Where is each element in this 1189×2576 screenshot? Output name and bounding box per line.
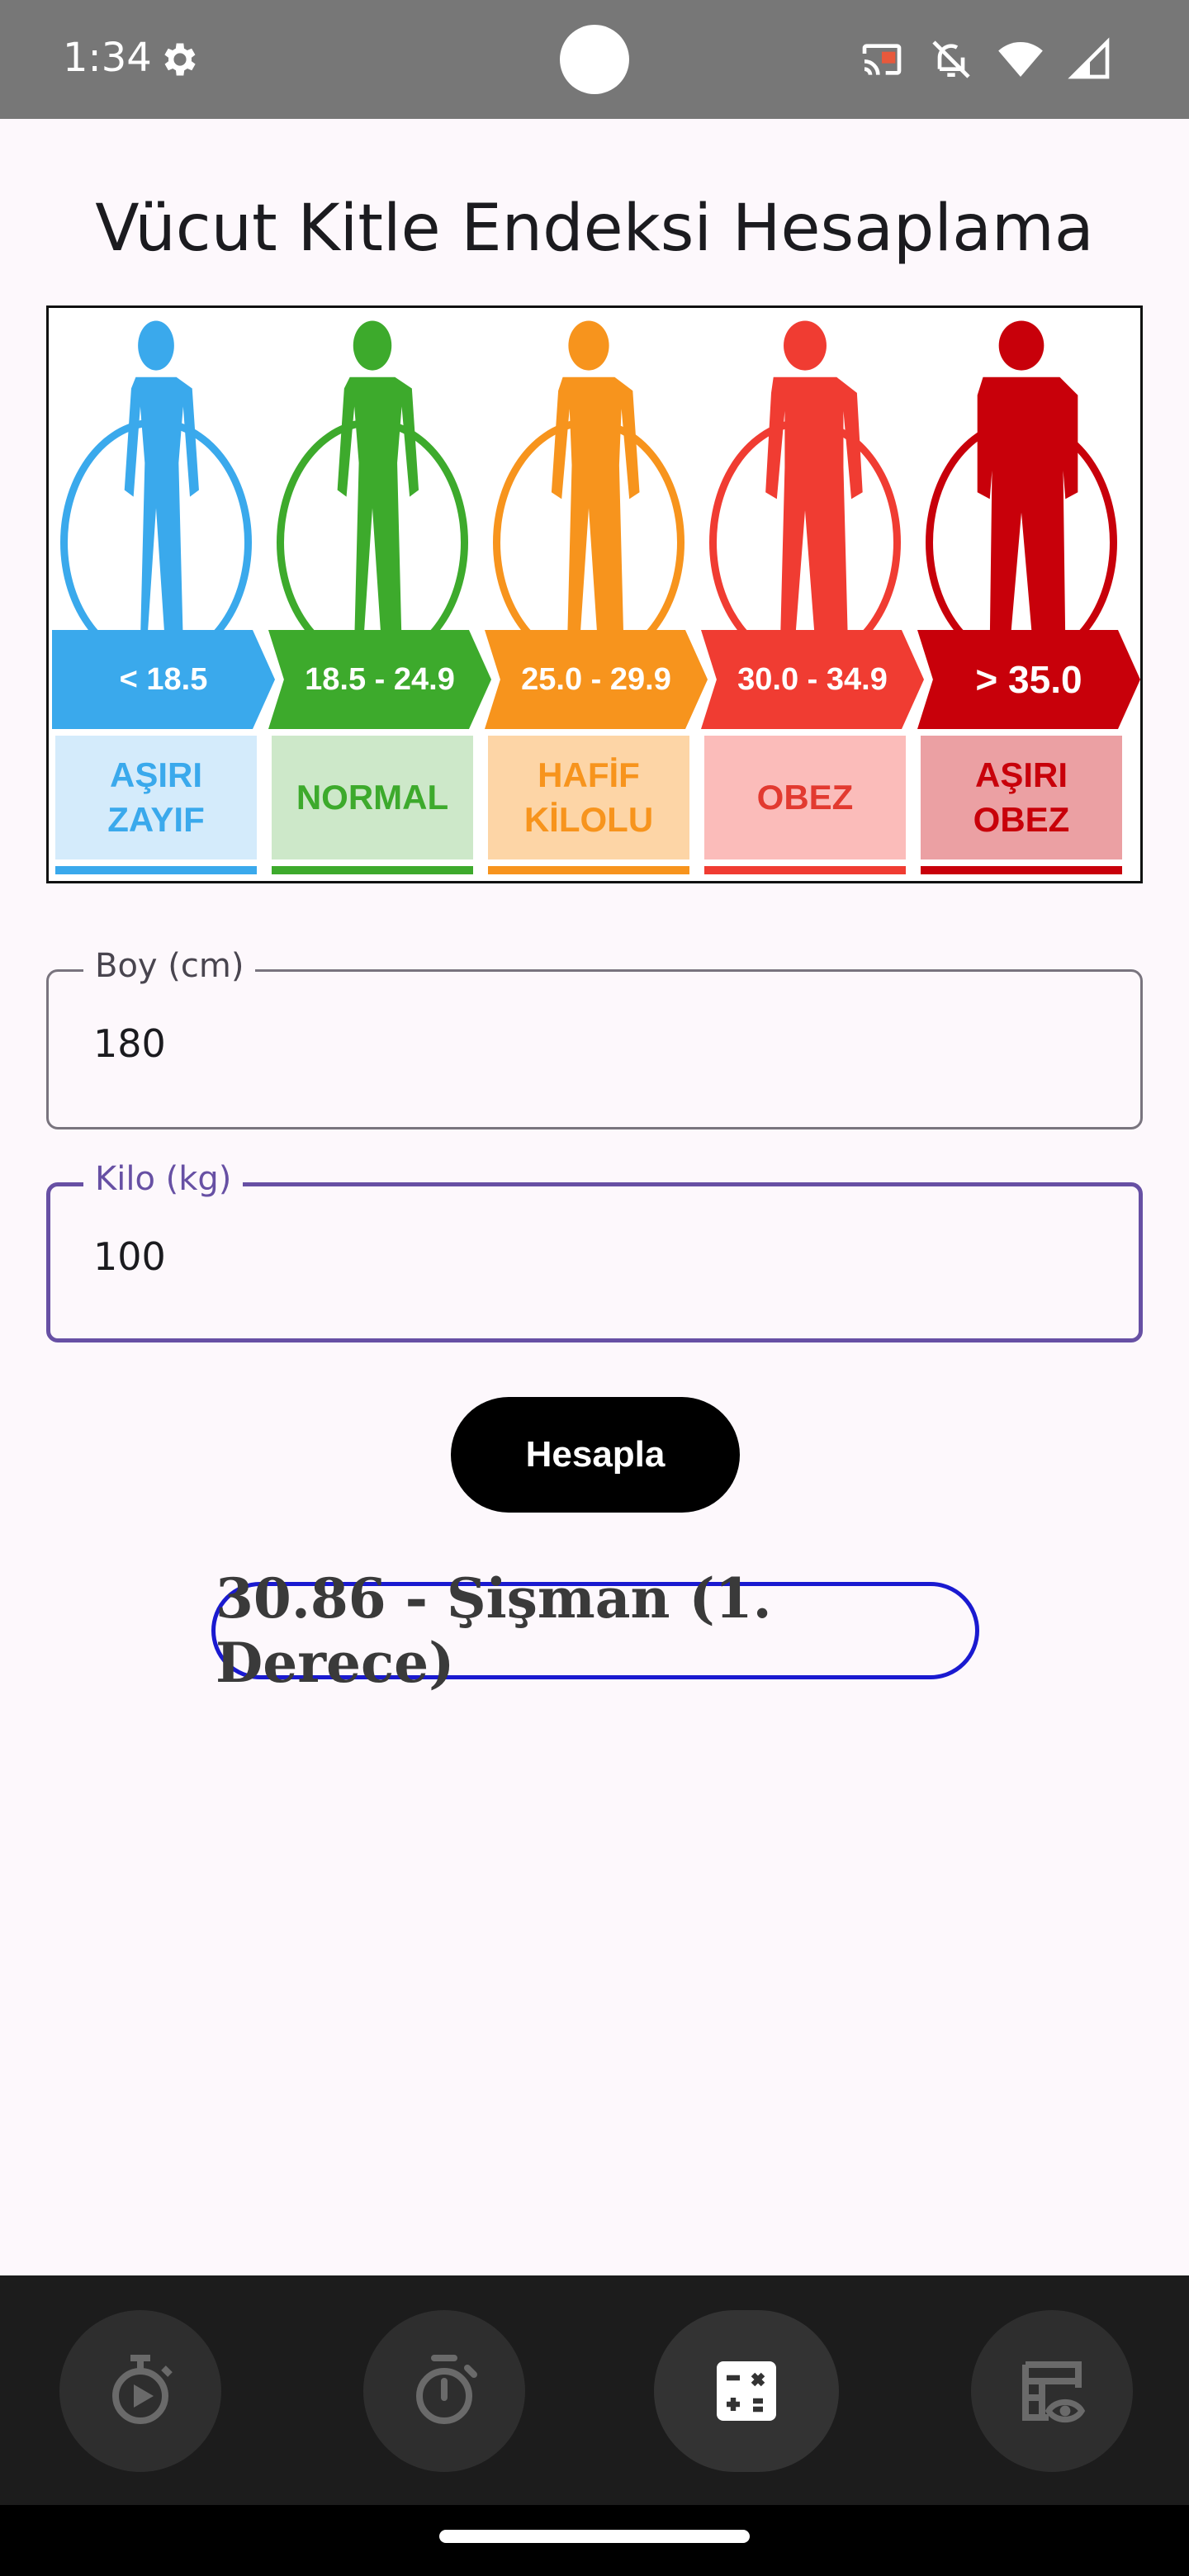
underline <box>272 866 473 874</box>
bmi-category-overweight: 25.0 - 29.9 HAFİF KİLOLU <box>485 308 708 881</box>
nav-stopwatch[interactable] <box>59 2310 221 2472</box>
person-silhouette-icon <box>124 320 199 644</box>
underline <box>55 866 257 874</box>
underline <box>488 866 689 874</box>
person-silhouette-icon <box>337 320 419 644</box>
signal-icon <box>1068 37 1110 79</box>
settings-icon <box>164 43 196 76</box>
calculator-icon <box>717 2361 776 2421</box>
status-icons <box>859 36 1113 83</box>
page-title: Vücut Kitle Endeksi Hesaplama <box>95 192 1094 266</box>
calculate-button[interactable]: Hesapla <box>451 1397 740 1513</box>
weight-field-label: Kilo (kg) <box>83 1160 244 1198</box>
bmi-range: < 18.5 <box>52 630 275 729</box>
person-silhouette-icon <box>551 320 640 644</box>
height-field[interactable]: Boy (cm) 180 <box>46 947 1143 1129</box>
underline <box>704 866 906 874</box>
bmi-label: AŞIRI ZAYIF <box>55 736 257 859</box>
cast-icon <box>862 44 902 76</box>
nav-timer[interactable] <box>363 2310 525 2472</box>
bmi-category-normal: 18.5 - 24.9 NORMAL <box>268 308 491 881</box>
home-gesture-handle[interactable] <box>439 2530 750 2543</box>
height-input[interactable]: 180 <box>93 1021 166 1066</box>
bmi-result: 30.86 - Şişman (1. Derece) <box>211 1566 979 1695</box>
camera-cutout <box>560 25 629 94</box>
bmi-category-severely-obese: > 35.0 AŞIRI OBEZ <box>917 308 1140 881</box>
bmi-label: NORMAL <box>272 736 473 859</box>
bmi-range: > 35.0 <box>917 630 1140 729</box>
status-time: 1:34 <box>63 35 152 81</box>
table-view-icon <box>1022 2361 1086 2423</box>
bottom-navigation <box>0 2275 1189 2505</box>
status-bar: 1:34 <box>0 0 1189 119</box>
bmi-category-obese: 30.0 - 34.9 OBEZ <box>701 308 924 881</box>
height-field-label: Boy (cm) <box>83 947 256 985</box>
wifi-icon <box>998 42 1043 77</box>
bmi-label: AŞIRI OBEZ <box>921 736 1122 859</box>
weight-field[interactable]: Kilo (kg) 100 <box>46 1160 1143 1342</box>
bmi-range: 25.0 - 29.9 <box>485 630 708 729</box>
bmi-chart-image: < 18.5 AŞIRI ZAYIF 18.5 - 24.9 NORMAL 25… <box>46 305 1143 883</box>
timer-icon <box>416 2355 477 2424</box>
bmi-range: 30.0 - 34.9 <box>701 630 924 729</box>
bmi-label: OBEZ <box>704 736 906 859</box>
bmi-range: 18.5 - 24.9 <box>268 630 491 729</box>
nav-calculator[interactable] <box>654 2310 839 2472</box>
gesture-navigation-bar <box>0 2505 1189 2576</box>
bmi-category-underweight: < 18.5 AŞIRI ZAYIF <box>52 308 275 881</box>
bmi-label: HAFİF KİLOLU <box>488 736 689 859</box>
weight-input[interactable]: 100 <box>93 1234 166 1279</box>
person-silhouette-icon <box>977 320 1078 644</box>
nav-table-view[interactable] <box>971 2310 1133 2472</box>
underline <box>921 866 1122 874</box>
person-silhouette-icon <box>765 320 863 644</box>
notifications-off-icon <box>932 40 970 78</box>
stopwatch-play-icon <box>112 2355 173 2424</box>
